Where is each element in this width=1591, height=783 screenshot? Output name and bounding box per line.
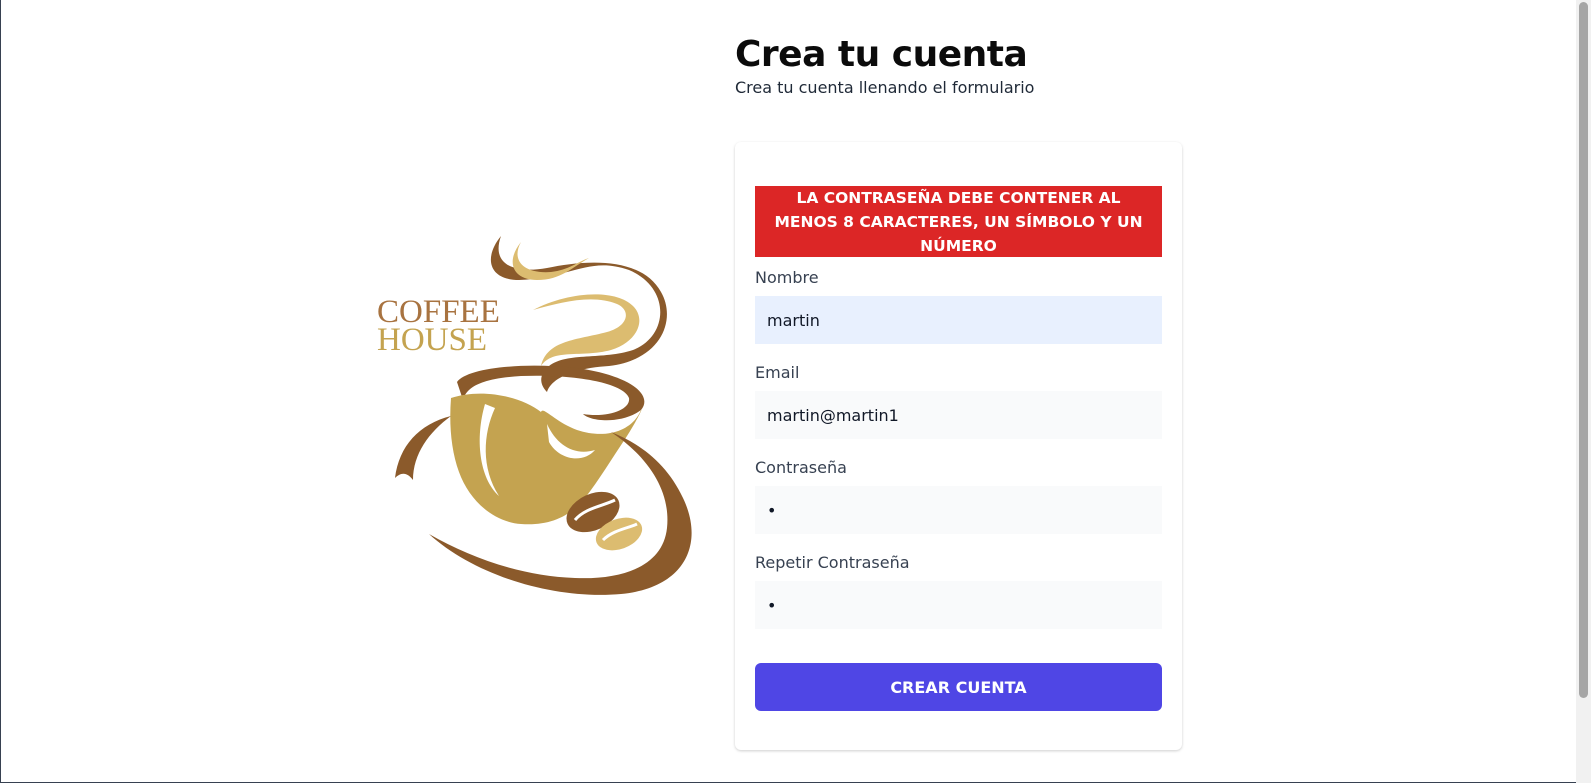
coffee-house-logo: COFFEE HOUSE — [377, 236, 692, 595]
page-scrollbar[interactable] — [1576, 0, 1591, 783]
email-input[interactable] — [755, 391, 1162, 439]
password-label: Contraseña — [755, 458, 847, 477]
email-label: Email — [755, 363, 800, 382]
steam-swirl-light — [512, 242, 589, 280]
password-error-alert: LA CONTRASEÑA DEBE CONTENER AL MENOS 8 C… — [755, 186, 1162, 257]
scrollbar-thumb[interactable] — [1579, 2, 1588, 698]
create-account-button[interactable]: CREAR CUENTA — [755, 663, 1162, 711]
logo-text-house: HOUSE — [377, 322, 487, 358]
repeat-password-input[interactable] — [755, 581, 1162, 629]
page-title: Crea tu cuenta — [735, 34, 1028, 75]
name-input[interactable] — [755, 296, 1162, 344]
register-form-card: LA CONTRASEÑA DEBE CONTENER AL MENOS 8 C… — [735, 142, 1182, 750]
repeat-password-label: Repetir Contraseña — [755, 553, 910, 572]
saucer-left — [395, 416, 451, 480]
name-label: Nombre — [755, 268, 819, 287]
page-subtitle: Crea tu cuenta llenando el formulario — [735, 78, 1035, 97]
password-input[interactable] — [755, 486, 1162, 534]
